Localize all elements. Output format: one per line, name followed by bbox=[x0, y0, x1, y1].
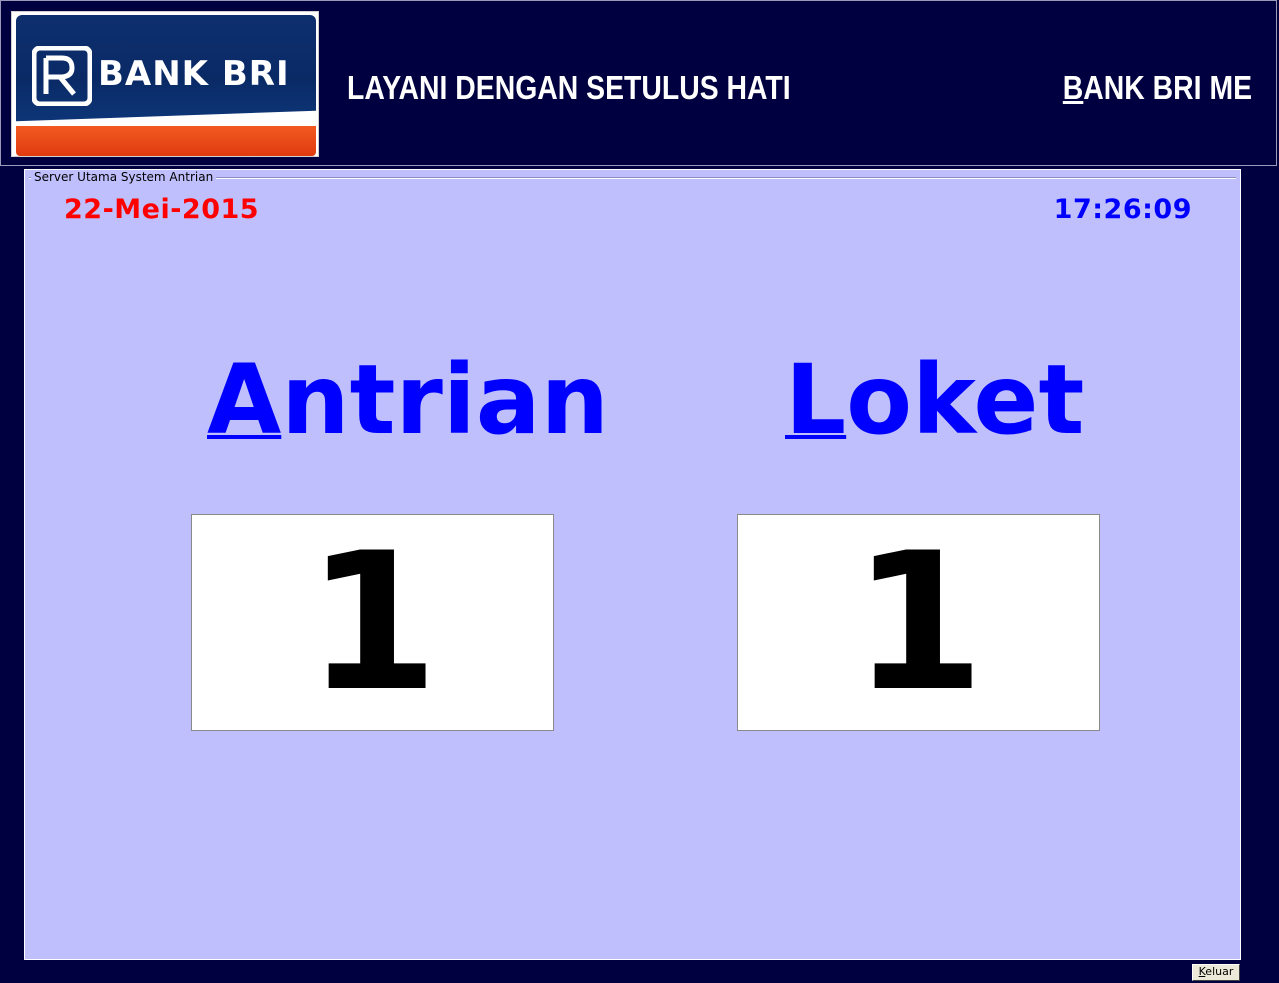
branch-name-first-letter: B bbox=[1062, 69, 1084, 106]
exit-button[interactable]: Keluar bbox=[1192, 964, 1240, 981]
date-display: 22-Mei-2015 bbox=[64, 194, 260, 225]
loket-number: 1 bbox=[852, 511, 985, 733]
bri-logo-mark-icon bbox=[32, 46, 92, 106]
branch-name: BANK BRI ME bbox=[1063, 69, 1252, 107]
antrian-number: 1 bbox=[306, 511, 439, 733]
antrian-label-first-letter: A bbox=[207, 344, 282, 456]
loket-label-first-letter: L bbox=[785, 344, 847, 456]
header-bar: BANK BRI LAYANI DENGAN SETULUS HATI BANK… bbox=[0, 0, 1277, 166]
bank-bri-logo: BANK BRI bbox=[11, 11, 319, 157]
loket-number-display: 1 bbox=[737, 514, 1100, 731]
clock-display: 17:26:09 bbox=[1053, 194, 1192, 225]
group-title: Server Utama System Antrian bbox=[31, 170, 217, 184]
antrian-label: Antrian bbox=[207, 352, 609, 448]
logo-brand-text: BANK BRI bbox=[98, 54, 290, 94]
slogan-text: LAYANI DENGAN SETULUS HATI bbox=[347, 69, 791, 106]
branch-name-rest: ANK BRI ME bbox=[1083, 69, 1252, 106]
loket-label-rest: oket bbox=[846, 344, 1085, 456]
antrian-label-rest: ntrian bbox=[281, 344, 609, 456]
loket-label: Loket bbox=[785, 352, 1084, 448]
queue-server-group: Server Utama System Antrian 22-Mei-2015 … bbox=[24, 169, 1241, 960]
antrian-number-display: 1 bbox=[191, 514, 554, 731]
exit-button-rest: eluar bbox=[1205, 965, 1234, 978]
